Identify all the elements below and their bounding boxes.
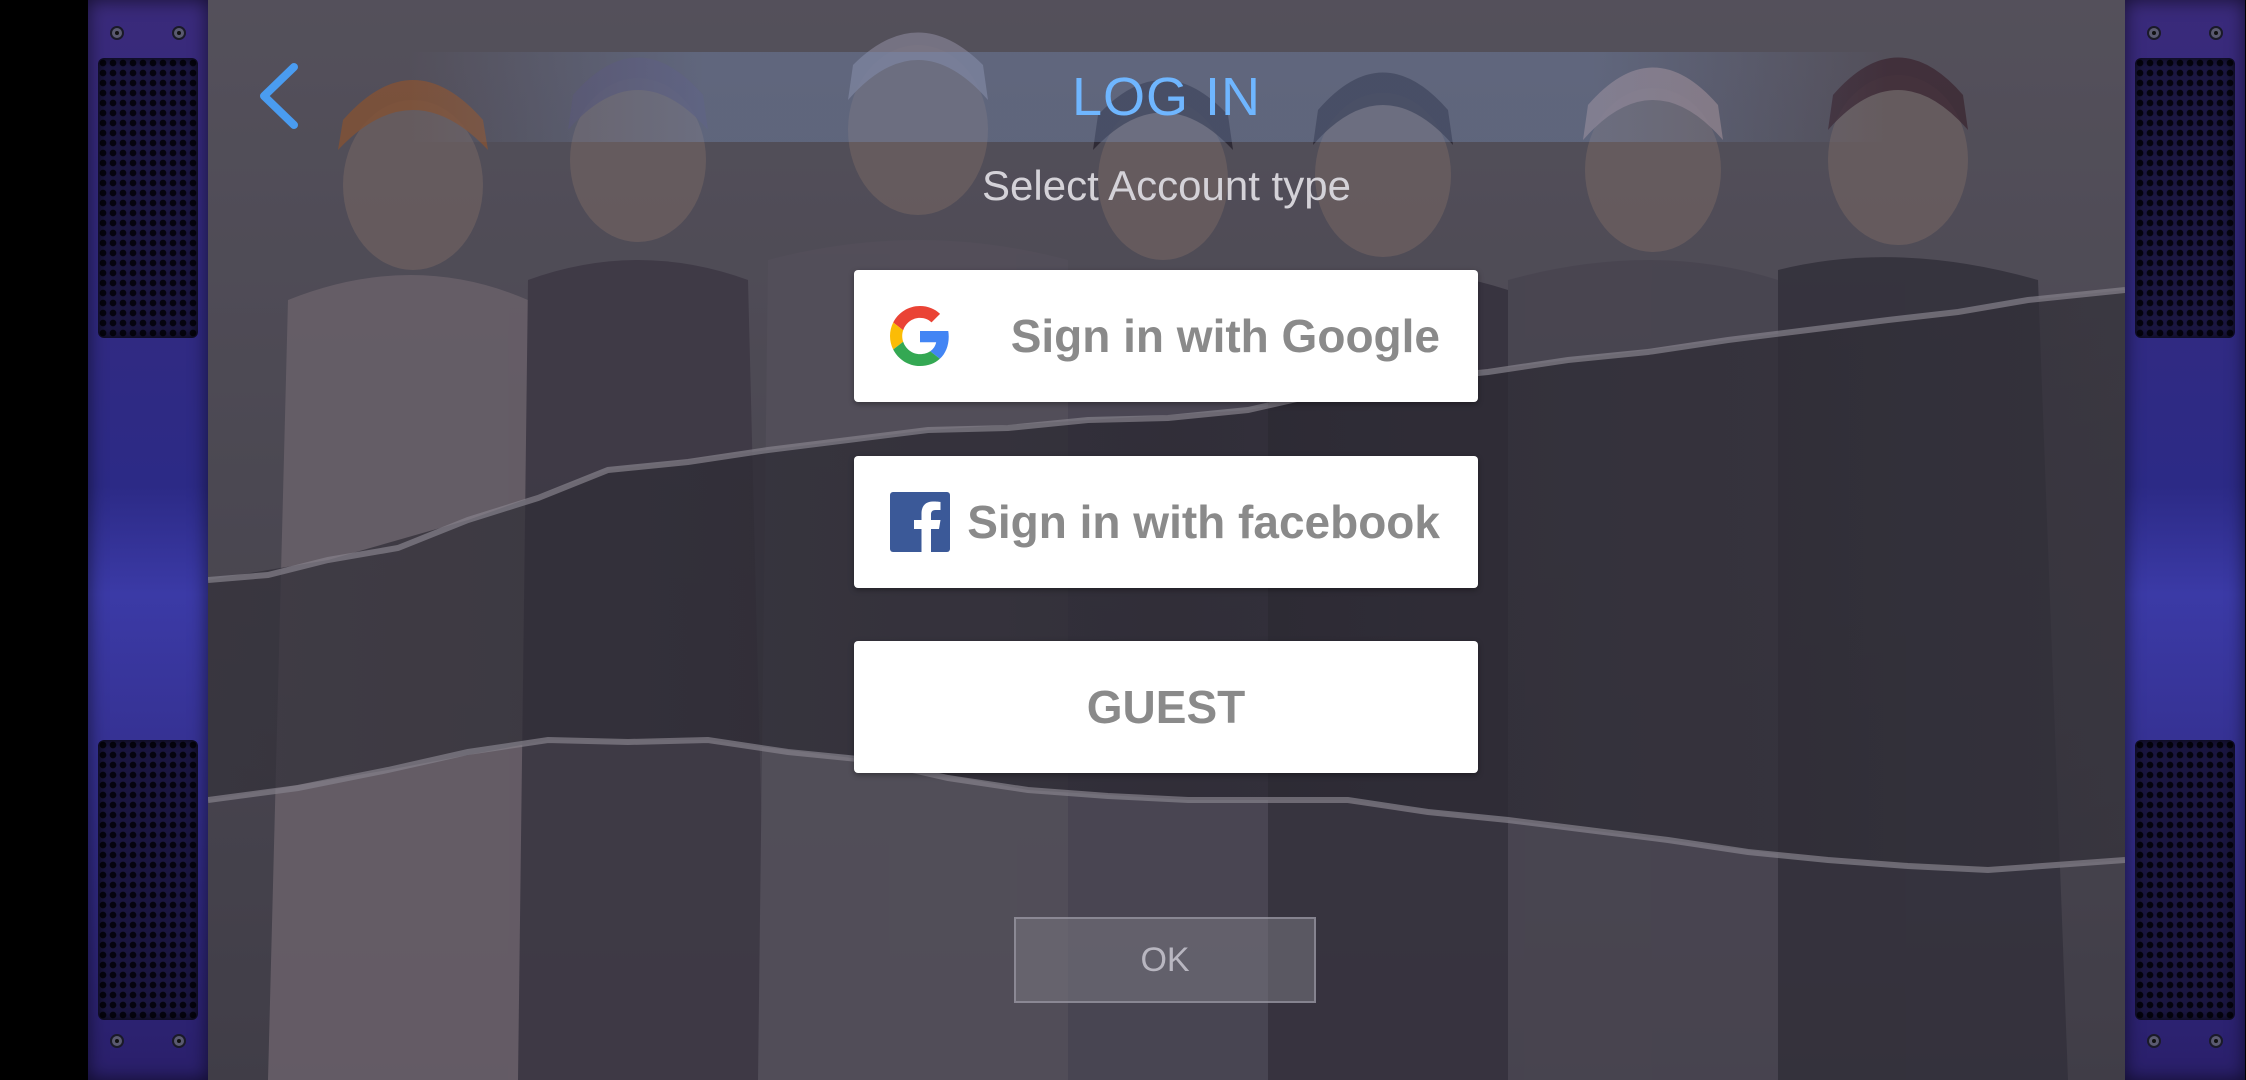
- google-sign-in-button[interactable]: Sign in with Google: [854, 270, 1478, 402]
- page-subtitle: Select Account type: [982, 162, 1351, 209]
- page-title: LOG IN: [1071, 67, 1262, 127]
- guest-login-label: GUEST: [1086, 681, 1246, 733]
- facebook-sign-in-button[interactable]: Sign in with facebook: [854, 456, 1478, 588]
- facebook-sign-in-label: Sign in with facebook: [967, 496, 1440, 548]
- app-screen: LOG IN Select Account type Sign in with …: [0, 0, 2246, 1080]
- screw-icon: [110, 1034, 124, 1048]
- ok-button[interactable]: OK: [1014, 917, 1316, 1003]
- screw-icon: [172, 26, 186, 40]
- speaker-grille: [2135, 58, 2235, 338]
- login-screen: LOG IN Select Account type Sign in with …: [208, 0, 2125, 1080]
- screw-icon: [2147, 1034, 2161, 1048]
- left-speaker-panel: [88, 0, 208, 1080]
- screw-icon: [110, 26, 124, 40]
- google-sign-in-label: Sign in with Google: [1010, 310, 1440, 362]
- right-speaker-panel: [2125, 0, 2245, 1080]
- guest-login-button[interactable]: GUEST: [854, 641, 1478, 773]
- screw-icon: [172, 1034, 186, 1048]
- screw-icon: [2209, 1034, 2223, 1048]
- facebook-logo-icon: [890, 492, 950, 552]
- speaker-grille: [2135, 740, 2235, 1020]
- google-logo-icon: [890, 306, 949, 366]
- speaker-grille: [98, 740, 198, 1020]
- speaker-grille: [98, 58, 198, 338]
- screw-icon: [2209, 26, 2223, 40]
- screw-icon: [2147, 26, 2161, 40]
